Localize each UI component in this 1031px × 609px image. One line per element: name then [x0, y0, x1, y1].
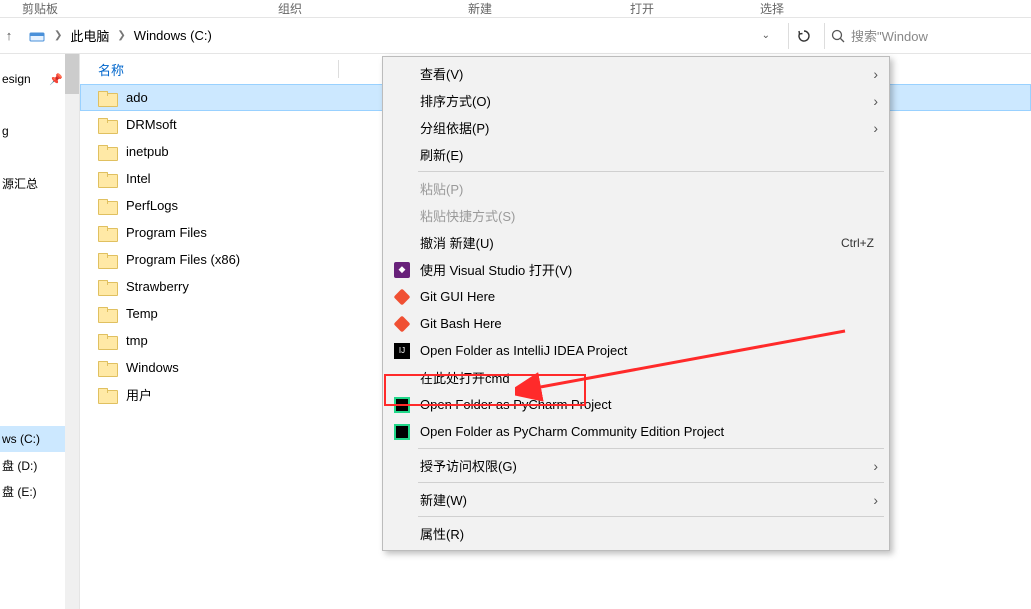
scrollbar-thumb[interactable] [65, 54, 79, 94]
folder-icon [98, 145, 116, 159]
address-dropdown[interactable]: ⌄ [756, 30, 776, 41]
search-placeholder: 搜索"Window [851, 26, 928, 45]
search-box[interactable]: 搜索"Window [824, 23, 1031, 49]
pycharm-icon [393, 423, 411, 441]
file-name: Intel [126, 171, 151, 186]
file-name: inetpub [126, 144, 169, 159]
ctx-sort[interactable]: 排序方式(O)› [386, 87, 886, 114]
folder-icon [98, 280, 116, 294]
breadcrumb-location[interactable]: Windows (C:) [130, 23, 216, 49]
sidebar-scrollbar[interactable] [65, 54, 79, 609]
ribbon-label-organize: 组织 [278, 0, 302, 17]
sidebar-item-label: 源汇总 [2, 175, 38, 192]
folder-icon [98, 199, 116, 213]
file-name: Program Files [126, 225, 207, 240]
file-name: Program Files (x86) [126, 252, 240, 267]
ctx-separator [418, 448, 884, 449]
sidebar-item-label: ws (C:) [2, 432, 40, 446]
ctx-separator [418, 171, 884, 172]
file-name: tmp [126, 333, 148, 348]
file-name: Windows [126, 360, 179, 375]
ctx-shortcut: Ctrl+Z [841, 236, 874, 250]
ctx-undo-new[interactable]: 撤消 新建(U)Ctrl+Z [386, 229, 886, 256]
ctx-open-visual-studio[interactable]: ◆ 使用 Visual Studio 打开(V) [386, 256, 886, 283]
git-icon [393, 288, 411, 306]
address-bar-row: ↑ ❯ 此电脑 ❯ Windows (C:) ⌄ 搜索"Window [0, 18, 1031, 54]
folder-icon [98, 307, 116, 321]
ctx-paste: 粘贴(P) [386, 175, 886, 202]
ctx-refresh[interactable]: 刷新(E) [386, 141, 886, 168]
refresh-button[interactable] [788, 23, 818, 49]
ctx-git-gui[interactable]: Git GUI Here [386, 283, 886, 310]
ctx-separator [418, 482, 884, 483]
breadcrumb-root[interactable]: 此电脑 [66, 23, 113, 49]
chevron-right-icon: ❯ [113, 30, 129, 41]
chevron-right-icon: › [873, 66, 878, 82]
file-name: ado [126, 90, 148, 105]
chevron-right-icon: › [873, 492, 878, 508]
ctx-properties[interactable]: 属性(R) [386, 520, 886, 547]
file-name: Strawberry [126, 279, 189, 294]
visual-studio-icon: ◆ [393, 261, 411, 279]
pin-icon: 📌 [49, 73, 63, 86]
drive-icon [28, 27, 46, 45]
folder-icon [98, 226, 116, 240]
ribbon-label-clipboard: 剪贴板 [22, 0, 58, 17]
intellij-icon: IJ [393, 342, 411, 360]
sidebar-item-label: 盘 (D:) [2, 457, 37, 474]
ctx-paste-shortcut: 粘贴快捷方式(S) [386, 202, 886, 229]
folder-icon [98, 172, 116, 186]
pycharm-icon [393, 396, 411, 414]
folder-icon [98, 334, 116, 348]
ribbon-label-new: 新建 [468, 0, 492, 17]
up-arrow-icon: ↑ [6, 28, 13, 43]
ctx-git-bash[interactable]: Git Bash Here [386, 310, 886, 337]
ribbon-label-select: 选择 [760, 0, 784, 17]
ctx-group[interactable]: 分组依据(P)› [386, 114, 886, 141]
chevron-right-icon: ❯ [50, 30, 66, 41]
ctx-open-intellij[interactable]: IJ Open Folder as IntelliJ IDEA Project [386, 337, 886, 364]
file-name: PerfLogs [126, 198, 178, 213]
chevron-right-icon: › [873, 120, 878, 136]
sidebar-item-label: g [2, 124, 9, 138]
navigation-sidebar: esign 📌 g 源汇总 ws (C:) 盘 (D:) 盘 (E:) [0, 54, 80, 609]
folder-icon [98, 388, 116, 402]
git-icon [393, 315, 411, 333]
file-name: Temp [126, 306, 158, 321]
ctx-open-pycharm-community[interactable]: Open Folder as PyCharm Community Edition… [386, 418, 886, 445]
context-menu: 查看(V)› 排序方式(O)› 分组依据(P)› 刷新(E) 粘贴(P) 粘贴快… [382, 56, 890, 551]
file-name: DRMsoft [126, 117, 177, 132]
ctx-view[interactable]: 查看(V)› [386, 60, 886, 87]
file-name: 用户 [126, 385, 152, 404]
address-bar[interactable]: ❯ 此电脑 ❯ Windows (C:) ⌄ [22, 23, 782, 49]
chevron-right-icon: › [873, 93, 878, 109]
search-icon [831, 29, 845, 43]
folder-icon [98, 253, 116, 267]
ctx-open-cmd[interactable]: 在此处打开cmd [386, 364, 886, 391]
nav-up-button[interactable]: ↑ [0, 18, 18, 54]
chevron-right-icon: › [873, 458, 878, 474]
column-separator[interactable] [338, 60, 339, 78]
sidebar-item-label: 盘 (E:) [2, 483, 37, 500]
sidebar-item-label: esign [2, 72, 31, 86]
ribbon-group-labels: 剪贴板 组织 新建 打开 选择 [0, 0, 1031, 18]
ctx-open-pycharm[interactable]: Open Folder as PyCharm Project [386, 391, 886, 418]
folder-icon [98, 91, 116, 105]
ctx-new[interactable]: 新建(W)› [386, 486, 886, 513]
folder-icon [98, 361, 116, 375]
ctx-separator [418, 516, 884, 517]
refresh-icon [796, 28, 812, 44]
ctx-grant-access[interactable]: 授予访问权限(G)› [386, 452, 886, 479]
folder-icon [98, 118, 116, 132]
ribbon-label-open: 打开 [630, 0, 654, 17]
